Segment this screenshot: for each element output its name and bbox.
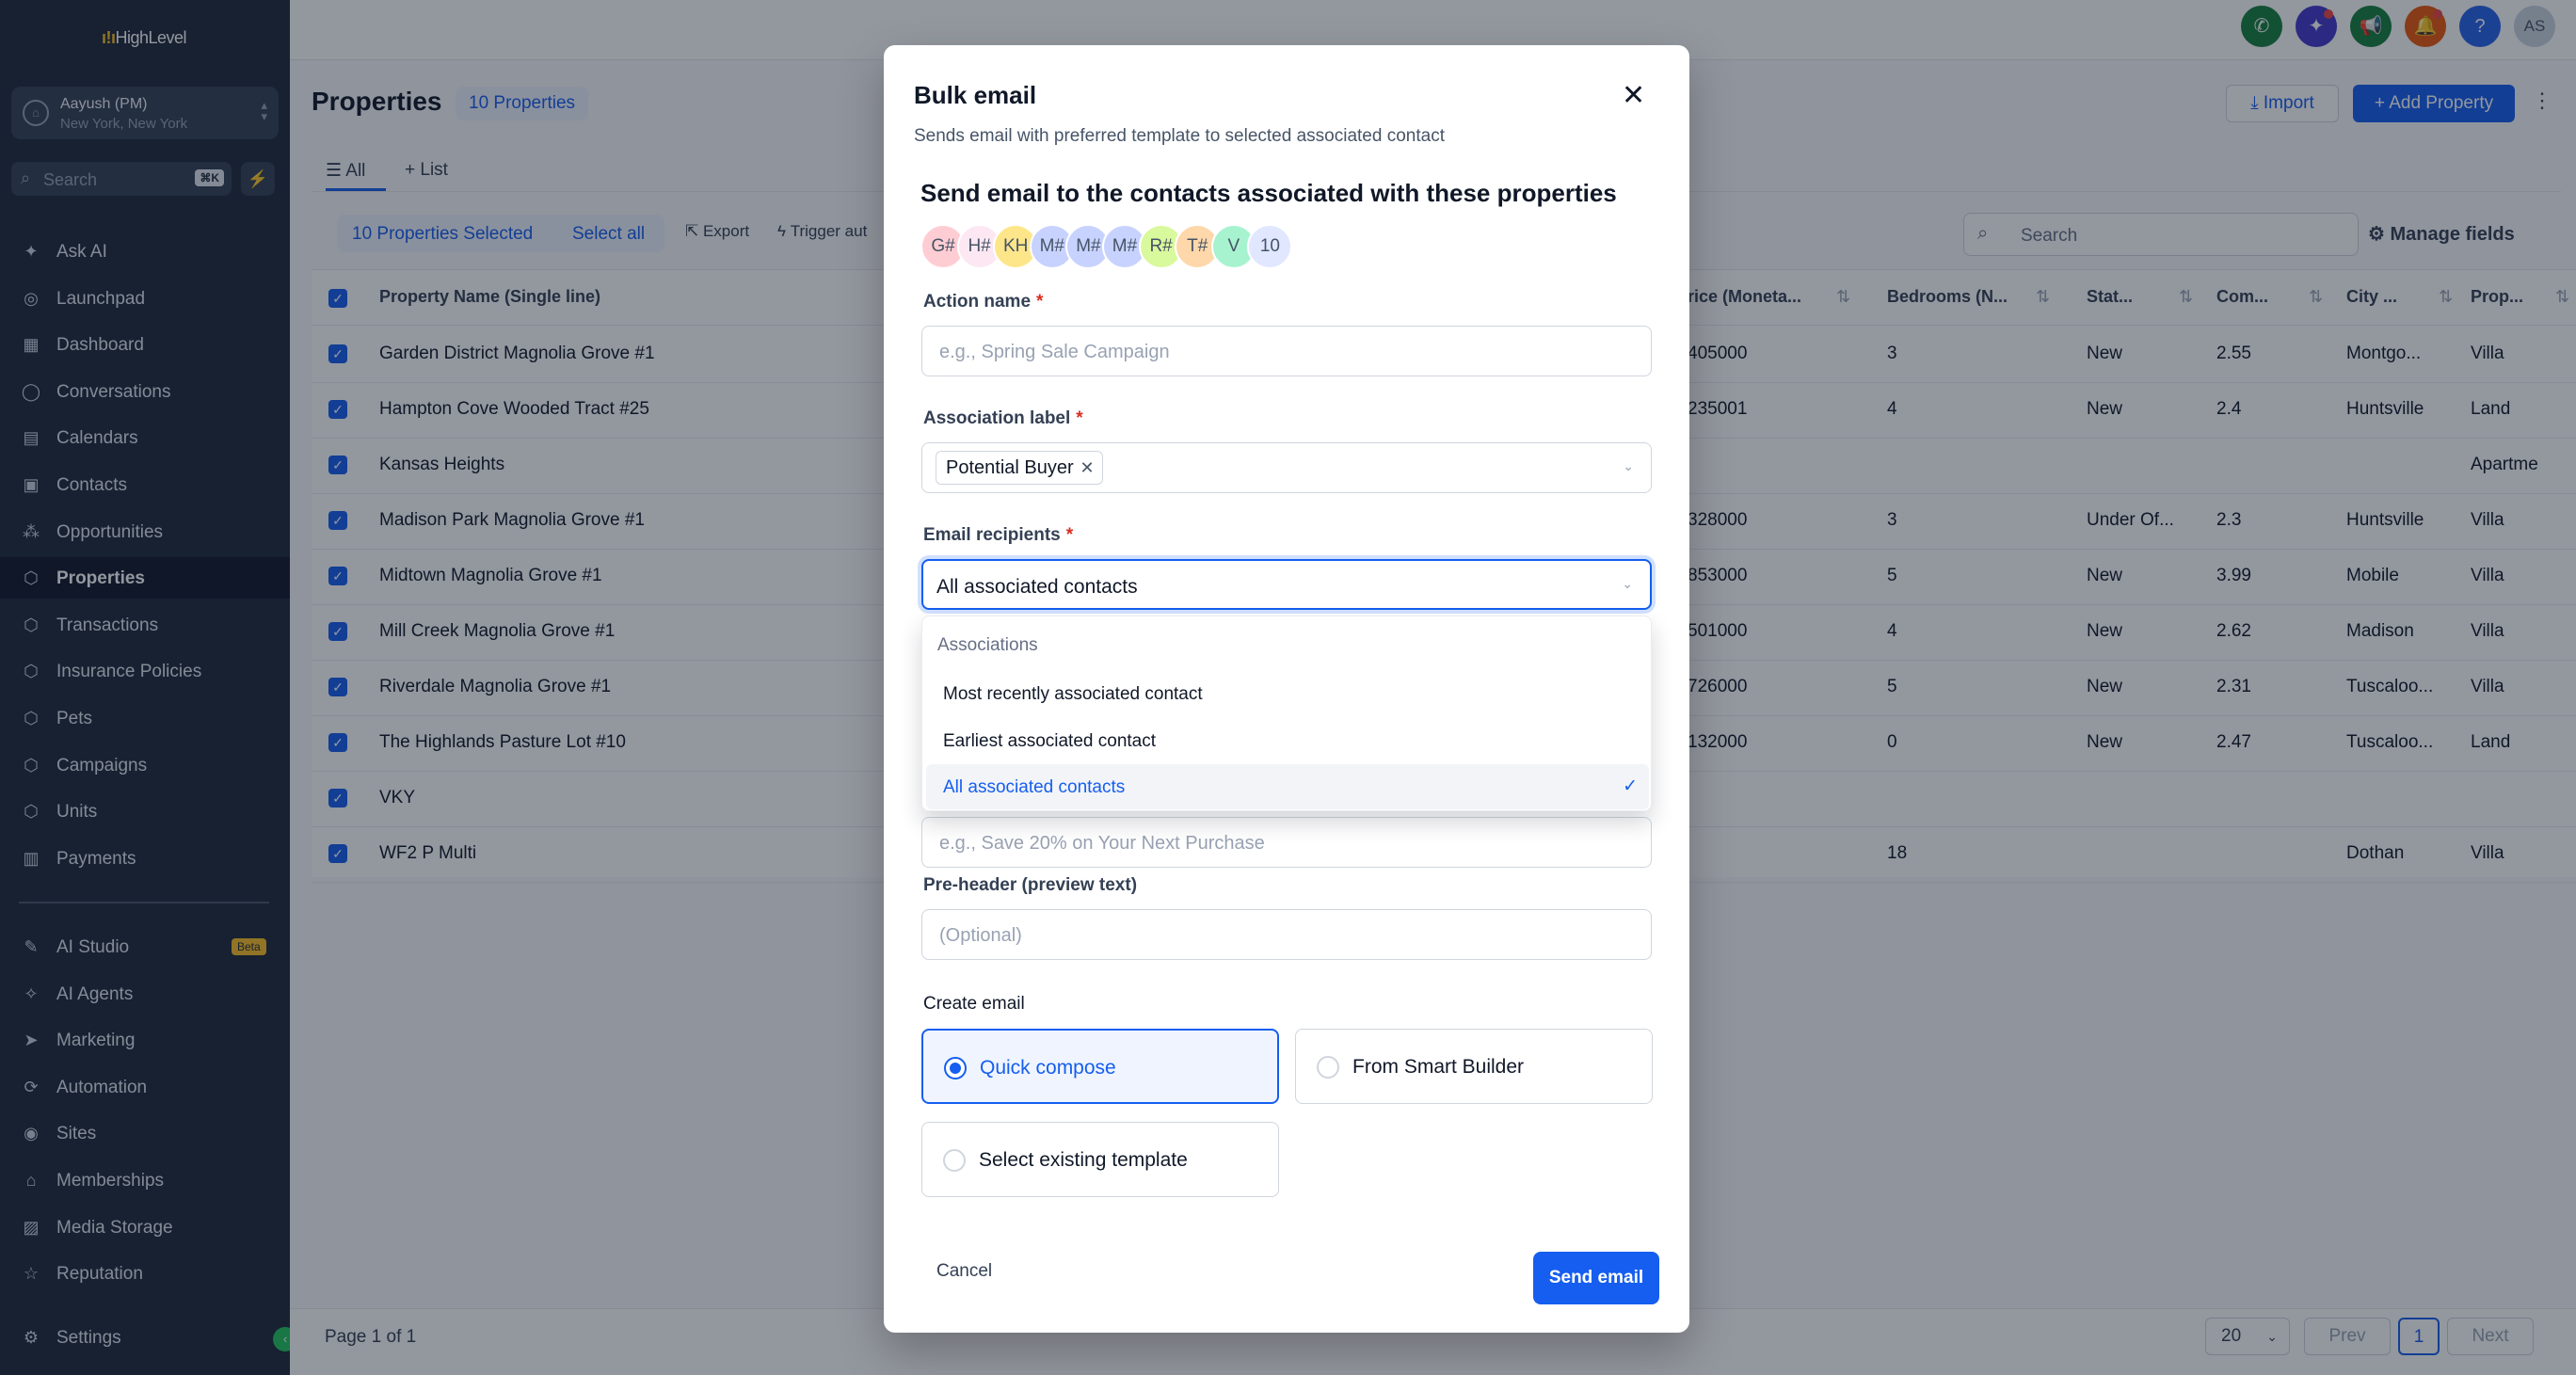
association-label-select[interactable]: Potential Buyer ✕ ⌄ <box>921 442 1652 493</box>
action-name-label: Action name * <box>923 292 1044 312</box>
remove-tag-icon[interactable]: ✕ <box>1080 452 1095 484</box>
dropdown-group-label: Associations <box>937 635 1038 655</box>
radio-button[interactable] <box>944 1057 967 1079</box>
recipients-dropdown: Associations Most recently associated co… <box>921 616 1652 811</box>
option-label: From Smart Builder <box>1352 1056 1525 1078</box>
option-label: Quick compose <box>980 1057 1116 1079</box>
action-name-placeholder: e.g., Spring Sale Campaign <box>939 342 1170 362</box>
action-name-input[interactable]: e.g., Spring Sale Campaign <box>921 326 1652 376</box>
dropdown-option[interactable]: Earliest associated contact <box>926 718 1649 763</box>
cancel-button[interactable]: Cancel <box>936 1261 992 1282</box>
radio-button[interactable] <box>1317 1056 1339 1079</box>
contact-avatar: 10 <box>1247 224 1293 269</box>
preheader-label: Pre-header (preview text) <box>923 875 1138 895</box>
option-smart-builder[interactable]: From Smart Builder <box>1295 1029 1653 1104</box>
preheader-placeholder: (Optional) <box>939 925 1022 946</box>
modal-subtitle: Sends email with preferred template to s… <box>914 126 1445 146</box>
dropdown-option[interactable]: All associated contacts ✓ <box>926 764 1649 809</box>
subject-input[interactable]: e.g., Save 20% on Your Next Purchase <box>921 817 1652 868</box>
option-label: Most recently associated contact <box>943 684 1203 704</box>
send-email-button[interactable]: Send email <box>1533 1252 1659 1304</box>
create-email-label: Create email <box>923 994 1025 1014</box>
email-recipients-value: All associated contacts <box>936 576 1138 598</box>
preheader-input[interactable]: (Optional) <box>921 909 1652 960</box>
association-tag: Potential Buyer ✕ <box>936 451 1103 485</box>
modal-heading: Send email to the contacts associated wi… <box>920 179 1617 207</box>
association-label-label: Association label * <box>923 408 1083 428</box>
radio-button[interactable] <box>943 1149 966 1172</box>
option-label: All associated contacts <box>943 777 1126 797</box>
check-icon: ✓ <box>1623 776 1638 796</box>
option-existing-template[interactable]: Select existing template <box>921 1122 1279 1197</box>
dropdown-option[interactable]: Most recently associated contact <box>926 671 1649 716</box>
chevron-down-icon: ⌄ <box>1622 576 1633 591</box>
subject-placeholder: e.g., Save 20% on Your Next Purchase <box>939 833 1265 854</box>
email-recipients-select[interactable]: All associated contacts ⌄ <box>921 559 1652 610</box>
modal-title: Bulk email <box>914 81 1037 109</box>
option-quick-compose[interactable]: Quick compose <box>921 1029 1279 1104</box>
option-label: Select existing template <box>979 1149 1188 1171</box>
email-recipients-label: Email recipients * <box>923 525 1074 545</box>
option-label: Earliest associated contact <box>943 730 1157 751</box>
close-icon[interactable]: ✕ <box>1622 81 1645 111</box>
chevron-down-icon: ⌄ <box>1623 458 1634 473</box>
